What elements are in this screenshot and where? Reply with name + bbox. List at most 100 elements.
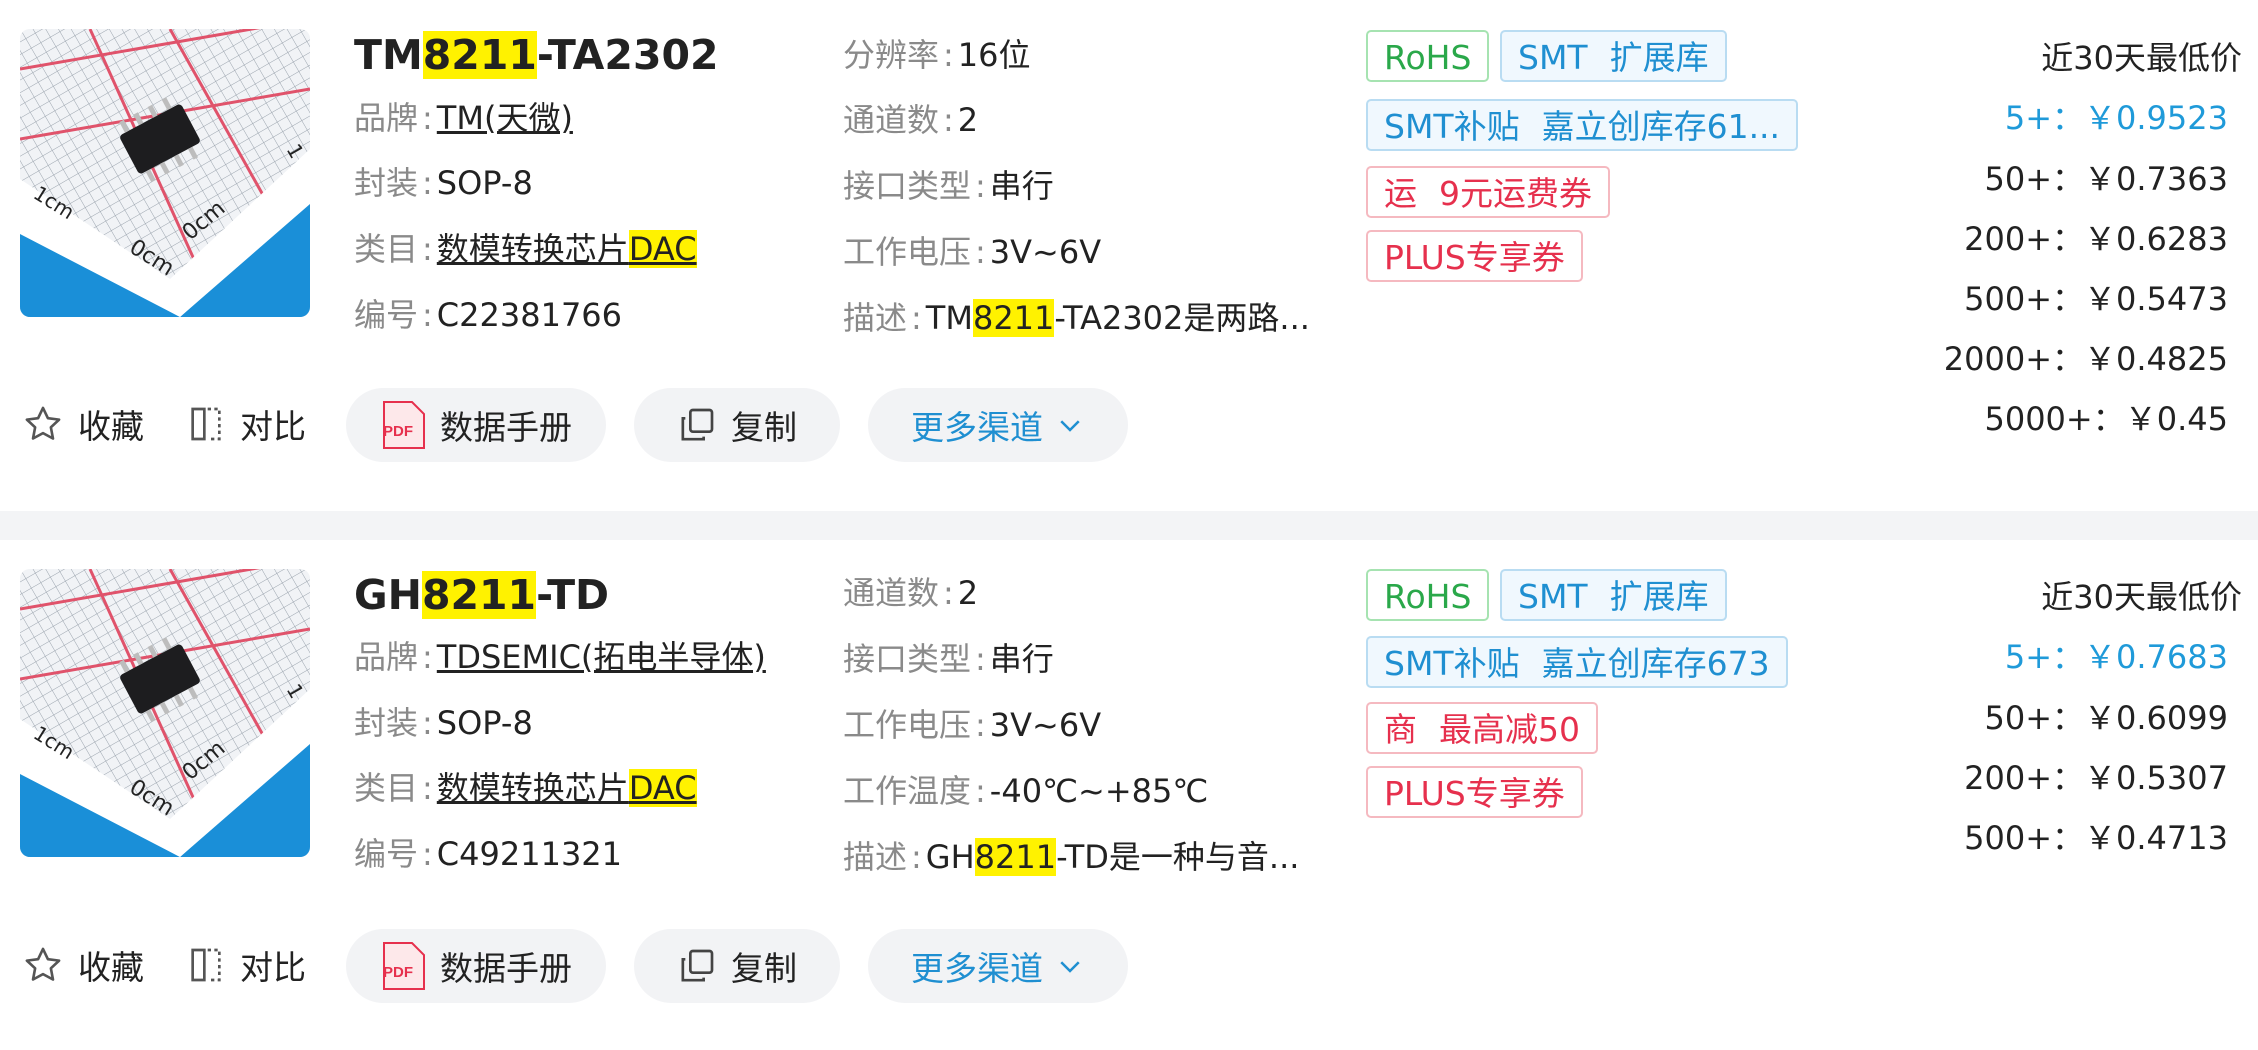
compare-button[interactable]: 对比 [186,400,306,448]
description-label: 描述 [843,299,908,337]
price-header: 近30天最低价 [2041,578,2242,616]
title-prefix: GH [354,571,422,619]
favorite-label: 收藏 [78,948,144,987]
price-value: ￥0.5473 [2084,280,2228,318]
brand-link[interactable]: TDSEMIC(拓电半导体) [437,638,766,676]
copy-button[interactable]: 复制 [634,929,840,1003]
promo-lead: 运 [1384,174,1417,213]
title-suffix: -TA2302 [536,31,719,79]
description-field[interactable]: 描述: TM8211-TA2302是两路... [843,296,1310,340]
package-value: SOP-8 [436,164,533,202]
category-field: 类目: 数模转换芯片DAC [354,230,697,268]
chevron-down-icon [1060,961,1080,973]
code-value: C49211321 [436,835,623,873]
category-value: 数模转换芯片 [436,230,629,268]
promo-text: 最高减50 [1439,710,1580,749]
spec-temperature: 工作温度: -40℃~+85℃ [843,772,1209,810]
stock-label: 嘉立创库存61... [1541,107,1781,146]
price-tier: 2000+：￥0.4825 [1944,334,2228,380]
category-label: 类目 [354,230,419,268]
category-link[interactable]: 数模转换芯片DAC [437,230,697,268]
smt-tag[interactable]: SMT 扩展库 [1500,569,1727,621]
smt-subsidy-tag[interactable]: SMT补贴 嘉立创库存61... [1366,99,1799,151]
spec-voltage: 工作电压:3V~6V [843,233,1102,271]
merchant-discount-tag[interactable]: 商最高减50 [1366,702,1598,754]
product-card: 1cm 0cm 0cm 1 TM8211-TA2302 品牌: TM(天微) 封装… [0,0,2258,511]
favorite-button[interactable]: 收藏 [22,400,144,448]
promo-lead: 商 [1384,710,1417,749]
smt-subsidy-tag[interactable]: SMT补贴 嘉立创库存673 [1366,636,1788,688]
spec-value: 3V~6V [989,233,1102,271]
title-highlight: 8211 [421,571,537,619]
plus-coupon-tag[interactable]: PLUS专享券 [1366,230,1583,282]
more-channels-label: 更多渠道 [911,949,1043,988]
spec-value: -40℃~+85℃ [989,772,1209,810]
price-tier: 5000+：￥0.45 [1984,394,2228,440]
copy-icon [681,949,714,982]
datasheet-label: 数据手册 [440,408,572,447]
subsidy-label: SMT补贴 [1384,107,1520,146]
spec-label: 通道数 [843,574,940,612]
smt-sub-label: 扩展库 [1609,577,1709,616]
price-value: ￥0.9523 [2084,99,2228,137]
price-tier: 500+：￥0.4713 [1964,813,2228,859]
datasheet-label: 数据手册 [440,949,572,988]
brand-field: 品牌: TDSEMIC(拓电半导体) [354,638,766,676]
spec-channels: 通道数:2 [843,101,979,139]
category-highlight: DAC [628,230,697,268]
package-field: 封装: SOP-8 [354,704,533,742]
copy-button[interactable]: 复制 [634,388,840,462]
price-qty: 200+： [1964,759,2085,797]
smt-tag[interactable]: SMT 扩展库 [1500,30,1727,82]
spec-value: 串行 [989,640,1054,678]
copy-label: 复制 [731,949,797,988]
compare-label: 对比 [240,407,306,446]
price-qty: 200+： [1964,220,2085,258]
compare-button[interactable]: 对比 [186,941,306,989]
spec-channels: 通道数:2 [843,574,979,612]
price-value: ￥0.6283 [2084,220,2228,258]
spec-value: 2 [957,574,979,612]
spec-value: 3V~6V [989,706,1102,744]
package-label: 封装 [354,704,419,742]
plus-coupon-tag[interactable]: PLUS专享券 [1366,766,1583,818]
product-image[interactable]: 1cm 0cm 0cm 1 [20,569,310,857]
plus-label: PLUS专享券 [1384,238,1565,277]
product-image[interactable]: 1cm 0cm 0cm 1 [20,29,310,317]
brand-label: 品牌 [354,638,419,676]
price-value: ￥0.4713 [2084,819,2228,857]
rohs-tag: RoHS [1366,30,1490,82]
description-prefix: GH [925,838,975,876]
description-highlight: 8211 [974,838,1057,876]
favorite-button[interactable]: 收藏 [22,941,144,989]
description-suffix: -TD是一种与音... [1056,838,1300,876]
price-qty: 5+： [2004,99,2085,137]
shipping-coupon-tag[interactable]: 运 9元运费券 [1366,166,1610,218]
title-suffix: -TD [536,571,610,619]
promo-text: 9元运费券 [1439,174,1592,213]
product-title[interactable]: TM8211-TA2302 [354,28,719,82]
product-title[interactable]: GH8211-TD [354,568,609,622]
price-value: ￥0.7683 [2084,638,2228,676]
more-channels-button[interactable]: 更多渠道 [868,929,1128,1003]
price-qty: 500+： [1964,280,2085,318]
datasheet-button[interactable]: PDF 数据手册 [346,929,606,1003]
package-label: 封装 [354,164,419,202]
spec-label: 接口类型 [843,167,972,205]
category-link[interactable]: 数模转换芯片DAC [437,769,697,807]
copy-icon [681,408,714,441]
price-tier: 500+：￥0.5473 [1964,274,2228,320]
rohs-tag: RoHS [1366,569,1490,621]
svg-text:PDF: PDF [383,423,413,440]
brand-label: 品牌 [354,99,419,137]
product-photo: 1cm 0cm 0cm 1 [20,569,310,857]
price-value: ￥0.5307 [2084,759,2228,797]
price-qty: 500+： [1964,819,2085,857]
brand-link[interactable]: TM(天微) [437,99,573,137]
price-tier: 5+：￥0.7683 [2005,632,2228,678]
code-label: 编号 [354,835,419,873]
datasheet-button[interactable]: PDF 数据手册 [346,388,606,462]
description-field[interactable]: 描述: GH8211-TD是一种与音... [843,835,1299,879]
brand-field: 品牌: TM(天微) [354,99,573,137]
more-channels-button[interactable]: 更多渠道 [868,388,1128,462]
